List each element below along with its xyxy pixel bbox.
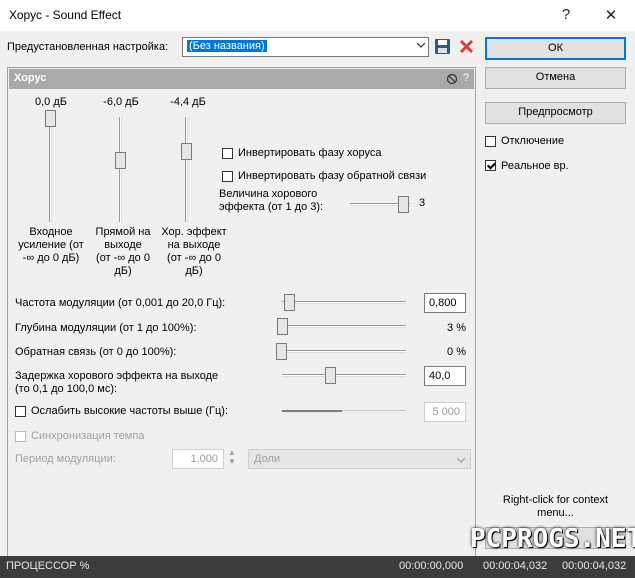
mod-period-spinner[interactable]: ▲ ▼ — [228, 448, 236, 466]
panel-title: Хорус — [14, 72, 47, 84]
mod-period-label: Период модуляции: — [15, 453, 116, 465]
dry-out-caption: Прямой на выходе (от -∞ до 0 дБ) — [95, 226, 151, 277]
mod-rate-label: Частота модуляции (от 0,001 до 20,0 Гц): — [15, 297, 226, 309]
preset-combobox[interactable]: (Без названия) — [182, 37, 429, 57]
chorus-amount-value: 3 — [419, 197, 426, 209]
preset-label: Предустановленная настройка: — [7, 41, 169, 53]
chevron-down-icon[interactable] — [417, 41, 425, 49]
dry-out-track — [119, 117, 122, 222]
mod-depth-track — [282, 325, 406, 328]
input-gain-caption: Входное усиление (от -∞ до 0 дБ) — [18, 226, 84, 264]
dry-out-value: -6,0 дБ — [103, 96, 139, 108]
highcut-fill — [282, 410, 342, 412]
mod-depth-slider[interactable] — [277, 318, 288, 335]
close-button[interactable]: ✕ — [601, 6, 621, 24]
context-hint: Right-click for context menu... — [502, 494, 609, 519]
chorus-delay-slider[interactable] — [325, 367, 336, 384]
mod-depth-value: 3 % — [447, 322, 466, 334]
input-gain-slider[interactable] — [45, 110, 56, 127]
chorus-delay-label: Задержка хорового эффекта на выходе (то 0… — [15, 370, 219, 395]
reset-icon[interactable] — [446, 73, 458, 85]
feedback-track — [282, 350, 406, 353]
watermark: PCPROGS.NET — [470, 524, 635, 554]
preview-button[interactable]: Предпросмотр — [485, 102, 626, 124]
tempo-sync-label: Синхронизация темпа — [31, 430, 145, 442]
dry-out-slider[interactable] — [115, 152, 126, 169]
bypass-checkbox[interactable] — [485, 136, 496, 147]
highcut-checkbox[interactable] — [15, 406, 26, 417]
chorus-out-value: -4,4 дБ — [170, 96, 206, 108]
feedback-value: 0 % — [447, 346, 466, 358]
chorus-out-slider[interactable] — [181, 143, 192, 160]
input-gain-track — [49, 114, 52, 222]
invert-feedback-checkbox[interactable] — [222, 171, 233, 182]
realtime-label: Реальное вр. — [501, 160, 569, 172]
chorus-out-track — [185, 117, 188, 222]
chorus-out-caption: Хор. эффект на выходе (от -∞ до 0 дБ) — [161, 226, 227, 277]
input-gain-value: 0,0 дБ — [35, 96, 67, 108]
ok-button[interactable]: ОК — [485, 37, 626, 60]
cpu-label: ПРОЦЕССОР % — [6, 560, 90, 572]
save-preset-icon[interactable] — [434, 38, 451, 55]
realtime-checkbox[interactable] — [485, 160, 496, 171]
mod-rate-slider[interactable] — [284, 294, 295, 311]
mod-rate-track — [282, 301, 406, 304]
time-position: 00:00:00,000 — [399, 560, 464, 572]
highcut-input[interactable]: 5 000 — [424, 402, 466, 422]
invert-chorus-checkbox[interactable] — [222, 148, 233, 159]
mod-depth-label: Глубина модуляции (от 1 до 100%): — [15, 322, 197, 334]
feedback-label: Обратная связь (от 0 до 100%): — [15, 346, 177, 358]
delete-preset-icon[interactable] — [458, 38, 475, 55]
chorus-delay-track — [282, 374, 406, 377]
panel-help-icon[interactable]: ? — [463, 72, 469, 84]
panel-header — [9, 69, 474, 89]
invert-feedback-label: Инвертировать фазу обратной связи — [238, 170, 427, 182]
mod-period-unit-select[interactable]: Доли — [248, 449, 471, 469]
bypass-label: Отключение — [501, 135, 565, 147]
chevron-down-icon — [457, 457, 465, 463]
invert-chorus-label: Инвертировать фазу хоруса — [238, 147, 382, 159]
chorus-amount-label: Величина хорового эффекта (от 1 до 3): — [219, 188, 324, 213]
window-title: Хорус - Sound Effect — [9, 8, 122, 22]
mod-rate-input[interactable]: 0,800 — [424, 293, 466, 313]
preset-value: (Без названия) — [186, 39, 268, 53]
cancel-button[interactable]: Отмена — [485, 67, 626, 89]
effect-panel — [7, 67, 476, 567]
time-end: 00:00:04,032 — [562, 560, 627, 572]
chorus-amount-slider[interactable] — [398, 196, 409, 213]
mod-period-input[interactable]: 1,000 — [172, 449, 224, 469]
feedback-slider[interactable] — [276, 343, 287, 360]
chorus-delay-input[interactable]: 40,0 — [424, 366, 466, 386]
tempo-sync-checkbox[interactable] — [15, 431, 26, 442]
mod-period-unit: Доли — [254, 453, 281, 465]
help-button[interactable]: ? — [556, 6, 576, 23]
highcut-label: Ослабить высокие частоты выше (Гц): — [31, 405, 229, 417]
time-length: 00:00:04,032 — [483, 560, 548, 572]
